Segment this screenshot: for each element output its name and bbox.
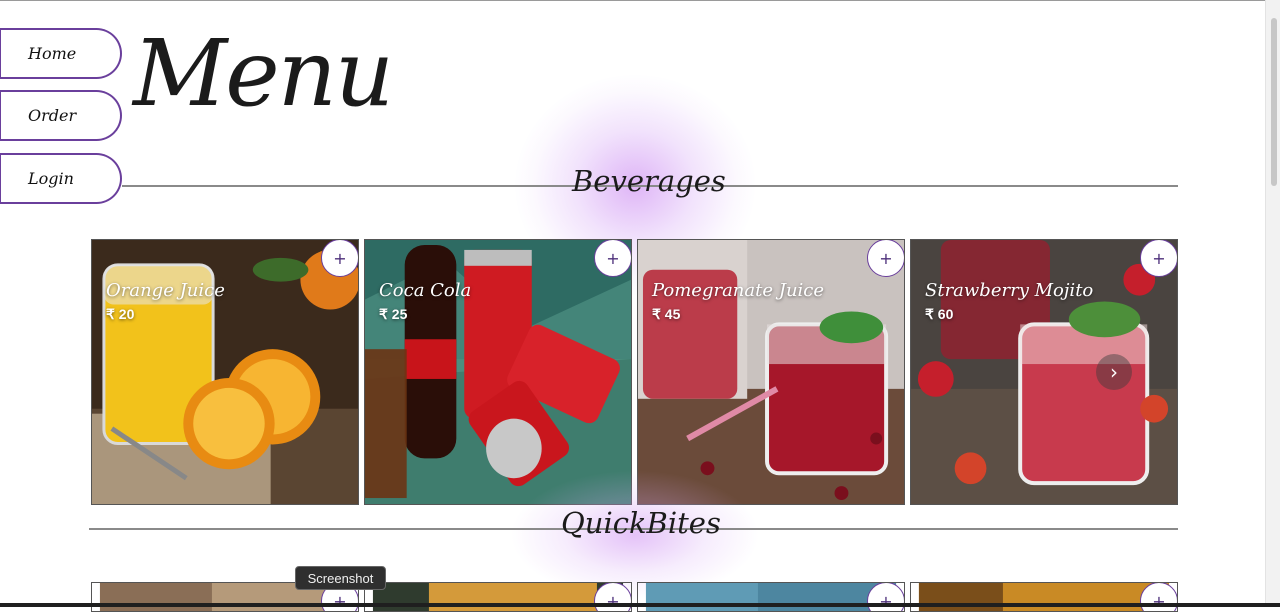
- plus-icon: +: [879, 591, 893, 611]
- menu-card-orange-juice[interactable]: Orange Juice ₹ 20 +: [91, 239, 359, 505]
- add-to-order-button[interactable]: +: [594, 240, 631, 277]
- menu-card-name: Strawberry Mojito: [925, 280, 1094, 301]
- screenshot-tooltip: Screenshot: [295, 566, 386, 590]
- menu-card-price: ₹ 25: [379, 306, 408, 322]
- nav-order-label: Order: [28, 106, 77, 125]
- quickbite-card-4[interactable]: +: [910, 582, 1178, 612]
- menu-card-coca-cola[interactable]: Coca Cola ₹ 25 +: [364, 239, 632, 505]
- add-to-order-button[interactable]: +: [867, 583, 904, 611]
- plus-icon: +: [333, 248, 347, 268]
- nav-home-label: Home: [28, 44, 77, 63]
- nav-order-button[interactable]: Order: [0, 90, 122, 141]
- plus-icon: +: [1152, 248, 1166, 268]
- carousel-next-arrow-icon[interactable]: ›: [1096, 354, 1132, 390]
- page-title: Menu: [133, 20, 394, 127]
- menu-card-price: ₹ 60: [925, 306, 954, 322]
- menu-card-name: Pomegranate Juice: [652, 280, 825, 301]
- section-title-quickbites: QuickBites: [561, 506, 721, 540]
- plus-icon: +: [606, 248, 620, 268]
- plus-icon: +: [606, 591, 620, 611]
- quickbite-card-3[interactable]: +: [637, 582, 905, 612]
- add-to-order-button[interactable]: +: [1140, 583, 1177, 611]
- quickbite-card-2[interactable]: +: [364, 582, 632, 612]
- menu-card-strawberry-mojito[interactable]: Strawberry Mojito ₹ 60 › +: [910, 239, 1178, 505]
- vertical-scrollbar[interactable]: [1265, 0, 1280, 603]
- window-bottom-border: [0, 603, 1280, 607]
- menu-card-name: Orange Juice: [106, 280, 225, 301]
- nav-login-button[interactable]: Login: [0, 153, 122, 204]
- chevron-right-icon: ›: [1110, 360, 1118, 384]
- nav-home-button[interactable]: Home: [0, 28, 122, 79]
- menu-card-price: ₹ 45: [652, 306, 681, 322]
- window-top-border: [0, 0, 1280, 1]
- add-to-order-button[interactable]: +: [321, 240, 358, 277]
- plus-icon: +: [333, 591, 347, 611]
- plus-icon: +: [879, 248, 893, 268]
- section-title-beverages: Beverages: [572, 164, 726, 198]
- menu-card-price: ₹ 20: [106, 306, 135, 322]
- plus-icon: +: [1152, 591, 1166, 611]
- scrollbar-thumb[interactable]: [1271, 18, 1277, 186]
- nav-login-label: Login: [28, 169, 74, 188]
- add-to-order-button[interactable]: +: [867, 240, 904, 277]
- add-to-order-button[interactable]: +: [594, 583, 631, 611]
- menu-card-pomegranate-juice[interactable]: Pomegranate Juice ₹ 45 +: [637, 239, 905, 505]
- menu-card-name: Coca Cola: [379, 280, 472, 301]
- add-to-order-button[interactable]: +: [1140, 240, 1177, 277]
